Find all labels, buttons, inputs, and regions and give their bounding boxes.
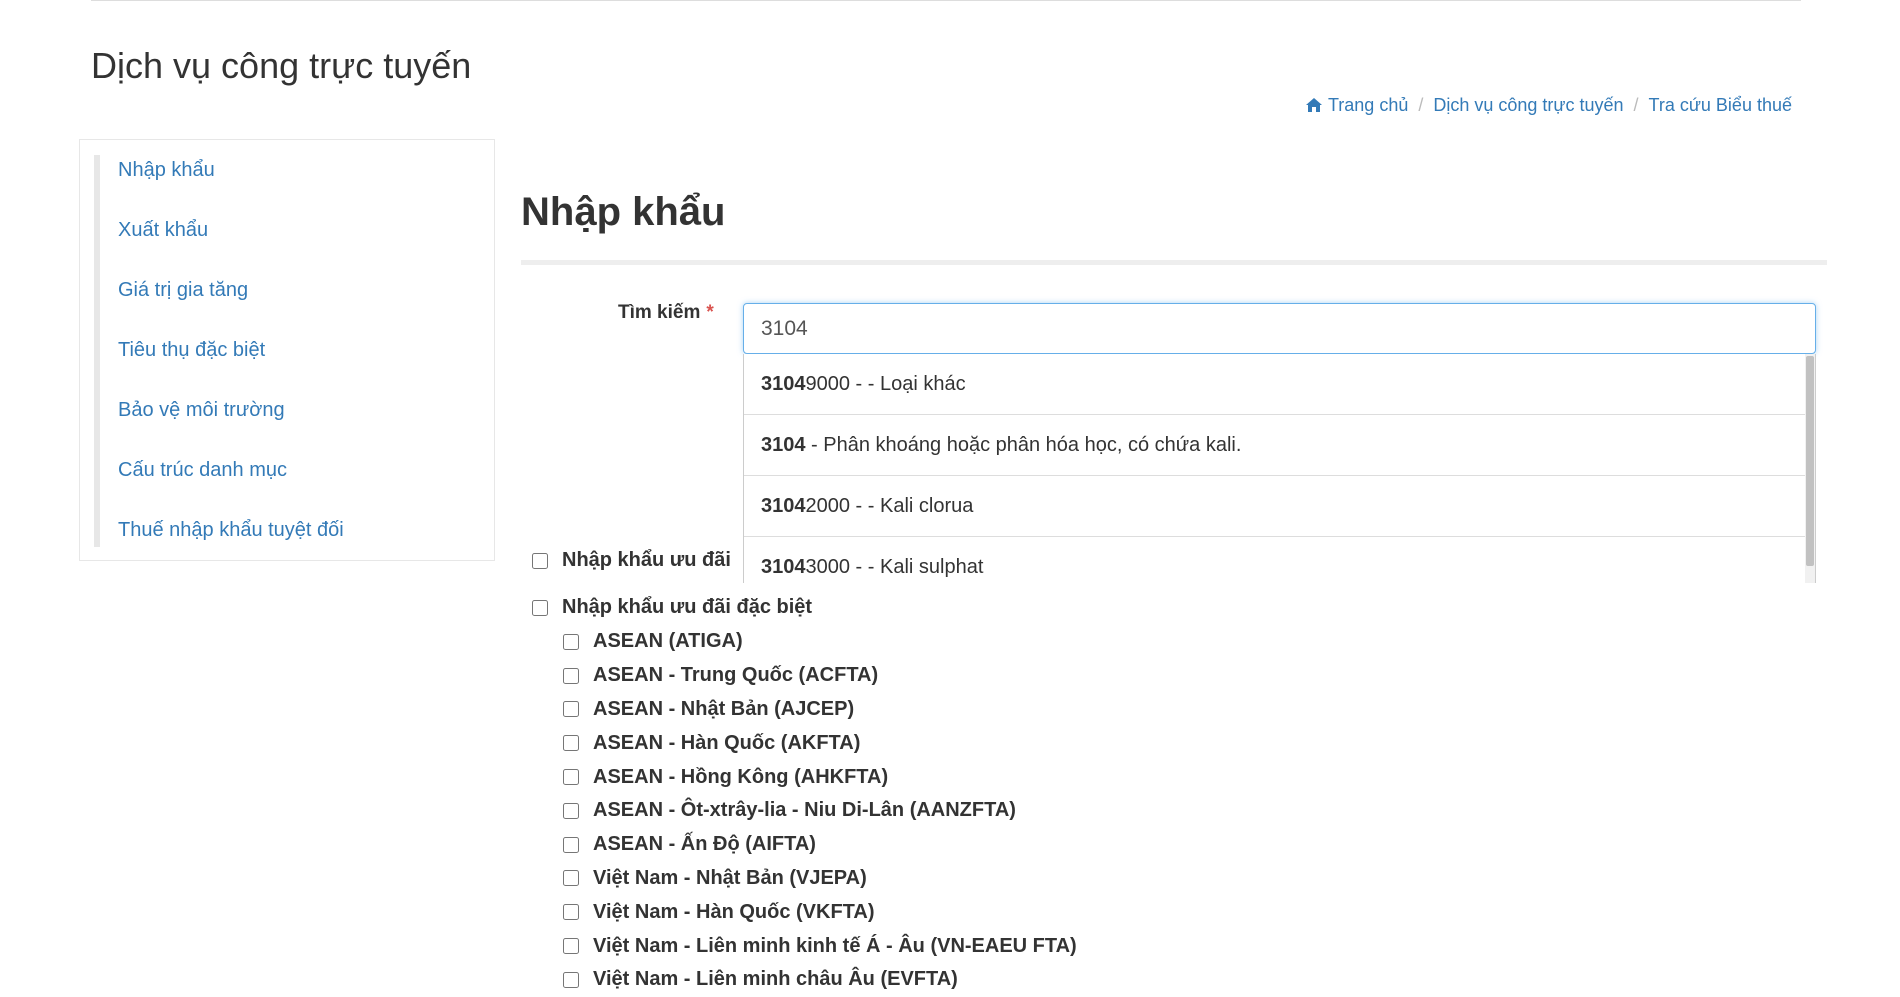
main-title: Nhập khẩu [521,190,726,234]
page-header-title: Dịch vụ công trực tuyến [91,45,472,86]
fta-label: Việt Nam - Nhật Bản (VJEPA) [593,866,867,889]
sidebar-item-absolute-import-tax[interactable]: Thuế nhập khẩu tuyệt đối [100,515,480,575]
sidebar: Nhập khẩu Xuất khẩu Giá trị gia tăng Tiê… [79,139,495,561]
fta-checkbox[interactable] [563,904,579,921]
sidebar-item-import[interactable]: Nhập khẩu [100,155,480,215]
dropdown-scrollbar[interactable] [1805,354,1815,583]
fta-checkbox[interactable] [563,667,579,684]
suggestion-item[interactable]: 31042000 - - Kali clorua [744,476,1815,537]
fta-checkbox[interactable] [563,802,579,819]
home-icon [1305,98,1322,112]
fta-checkbox[interactable] [563,701,579,718]
fta-option: ASEAN (ATIGA) [563,625,1077,659]
breadcrumb-home[interactable]: Trang chủ [1305,95,1409,116]
title-divider [521,260,1827,265]
breadcrumb-online-services[interactable]: Dịch vụ công trực tuyến [1433,95,1623,116]
search-label: Tìm kiếm * [618,302,714,324]
fta-option: Việt Nam - Liên minh châu Âu (EVFTA) [563,963,1077,997]
suggestion-desc: - - Kali sulphat [850,556,984,578]
sidebar-item-special-consumption[interactable]: Tiêu thụ đặc biệt [100,335,480,395]
suggestion-desc: - - Loại khác [850,373,966,395]
fta-label: ASEAN - Ấn Độ (AIFTA) [593,833,816,856]
breadcrumb-tariff-lookup[interactable]: Tra cứu Biểu thuế [1649,95,1792,116]
fta-option: ASEAN - Hàn Quốc (AKFTA) [563,726,1077,760]
suggestion-code-match: 3104 [761,556,806,578]
special-preferential-label: Nhập khẩu ưu đãi đặc biệt [562,596,813,618]
suggestion-code-rest: 3000 [805,556,851,578]
sidebar-item-vat[interactable]: Giá trị gia tăng [100,275,480,335]
fta-option: ASEAN - Ấn Độ (AIFTA) [563,828,1077,862]
fta-checkbox[interactable] [563,735,579,752]
fta-option: ASEAN - Hồng Kông (AHKFTA) [563,760,1077,794]
fta-checkbox[interactable] [563,938,579,955]
suggestion-code-match: 3104 [761,495,806,517]
fta-checkbox[interactable] [563,836,579,853]
breadcrumb: Trang chủ / Dịch vụ công trực tuyến / Tr… [1305,95,1792,116]
fta-option: ASEAN - Ôt-xtrây-lia - Niu Di-Lân (AANZF… [563,794,1077,828]
fta-option: ASEAN - Trung Quốc (ACFTA) [563,659,1077,693]
fta-option: ASEAN - Nhật Bản (AJCEP) [563,693,1077,727]
fta-label: ASEAN - Hàn Quốc (AKFTA) [593,731,861,754]
fta-label: ASEAN - Nhật Bản (AJCEP) [593,697,855,720]
fta-checkbox[interactable] [563,633,579,650]
fta-label: ASEAN - Hồng Kông (AHKFTA) [593,765,889,788]
suggestion-code-rest: 2000 [805,495,851,517]
breadcrumb-separator: / [1633,95,1639,115]
fta-checkbox[interactable] [563,971,579,988]
suggestion-code-rest: 9000 [805,373,851,395]
fta-list: ASEAN (ATIGA) ASEAN - Trung Quốc (ACFTA)… [563,625,1077,997]
suggestion-item[interactable]: 31049000 - - Loại khác [744,354,1815,415]
suggestion-code-match: 3104 [761,434,806,456]
top-divider [91,0,1801,1]
fta-label: ASEAN - Ôt-xtrây-lia - Niu Di-Lân (AANZF… [593,799,1016,822]
sidebar-menu: Nhập khẩu Xuất khẩu Giá trị gia tăng Tiê… [94,155,480,547]
fta-label: ASEAN (ATIGA) [593,630,743,653]
breadcrumb-home-label: Trang chủ [1327,95,1409,115]
suggestion-code-match: 3104 [761,373,806,395]
suggestion-desc: - Phân khoáng hoặc phân hóa học, có chứa… [805,434,1242,456]
preferential-checkbox[interactable] [532,552,548,569]
sidebar-item-export[interactable]: Xuất khẩu [100,215,480,275]
suggestion-desc: - - Kali clorua [850,495,974,517]
sidebar-item-environmental-protection[interactable]: Bảo vệ môi trường [100,395,480,455]
sidebar-item-catalog-structure[interactable]: Cấu trúc danh mục [100,455,480,515]
dropdown-scrollbar-thumb[interactable] [1806,356,1814,566]
fta-label: Việt Nam - Liên minh kinh tế Á - Âu (VN-… [593,934,1077,957]
fta-label: Việt Nam - Liên minh châu Âu (EVFTA) [593,968,958,991]
special-preferential-option: Nhập khẩu ưu đãi đặc biệt [532,596,812,619]
suggestion-item[interactable]: 31043000 - - Kali sulphat [744,537,1815,583]
special-preferential-checkbox[interactable] [532,599,548,616]
breadcrumb-separator: / [1418,95,1424,115]
fta-checkbox[interactable] [563,870,579,887]
preferential-label: Nhập khẩu ưu đãi [562,549,731,571]
fta-checkbox[interactable] [563,769,579,786]
autocomplete-dropdown: 31049000 - - Loại khác 3104 - Phân khoán… [743,354,1816,583]
fta-label: Việt Nam - Hàn Quốc (VKFTA) [593,900,875,923]
fta-option: Việt Nam - Liên minh kinh tế Á - Âu (VN-… [563,929,1077,963]
fta-option: Việt Nam - Hàn Quốc (VKFTA) [563,895,1077,929]
preferential-option: Nhập khẩu ưu đãi [532,549,731,572]
fta-label: ASEAN - Trung Quốc (ACFTA) [593,664,879,687]
required-mark: * [706,302,714,323]
fta-option: Việt Nam - Nhật Bản (VJEPA) [563,862,1077,896]
search-input[interactable] [743,303,1816,354]
search-label-text: Tìm kiếm [618,302,701,323]
suggestion-item[interactable]: 3104 - Phân khoáng hoặc phân hóa học, có… [744,415,1815,476]
